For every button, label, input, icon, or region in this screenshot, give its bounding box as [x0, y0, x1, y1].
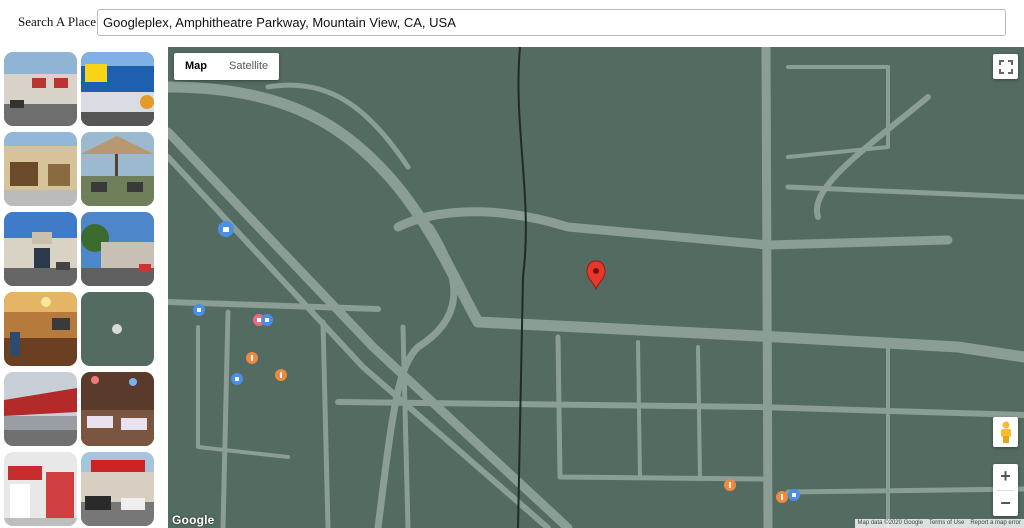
pegman-icon	[1000, 421, 1011, 443]
fullscreen-button[interactable]	[993, 54, 1018, 79]
photo-shop-front[interactable]	[81, 212, 154, 286]
search-input[interactable]	[97, 9, 1006, 36]
zoom-out-button[interactable]: −	[993, 491, 1018, 517]
terms-of-use-link[interactable]: Terms of Use	[926, 519, 967, 528]
fullscreen-icon	[998, 59, 1013, 74]
photo-patio-umbrella[interactable]	[81, 132, 154, 206]
photo-restaurant-interior[interactable]	[4, 292, 77, 366]
map-view[interactable]: Map Satellite + − Google Map data ©2020 …	[168, 47, 1024, 528]
photo-parking-lot[interactable]	[81, 452, 154, 526]
photo-best-buy[interactable]	[81, 52, 154, 126]
photo-store-front[interactable]	[4, 132, 77, 206]
photo-video-only[interactable]	[4, 212, 77, 286]
map-creek	[517, 47, 527, 528]
zoom-control: + −	[993, 464, 1018, 516]
map-type-satellite-button[interactable]: Satellite	[218, 53, 279, 80]
map-attribution: Map data ©2020 Google Terms of Use Repor…	[854, 519, 1024, 528]
photo-empty-placeholder[interactable]	[81, 292, 154, 366]
map-type-control: Map Satellite	[174, 53, 280, 80]
photo-shopping-center[interactable]	[4, 52, 77, 126]
street-view-pegman-button[interactable]	[993, 417, 1018, 447]
zoom-in-button[interactable]: +	[993, 464, 1018, 490]
photo-dining-room[interactable]	[81, 372, 154, 446]
location-pin-icon[interactable]	[586, 260, 606, 291]
google-logo: Google	[172, 513, 215, 527]
search-label: Search A Place	[18, 14, 96, 29]
photo-store-aisle[interactable]	[4, 452, 77, 526]
photo-gallery	[4, 52, 158, 528]
map-type-map-button[interactable]: Map	[174, 53, 218, 80]
map-canvas[interactable]	[168, 47, 1024, 528]
photo-warehouse[interactable]	[4, 372, 77, 446]
report-map-error-link[interactable]: Report a map error	[967, 519, 1024, 528]
map-data-credit: Map data ©2020 Google	[857, 520, 923, 526]
